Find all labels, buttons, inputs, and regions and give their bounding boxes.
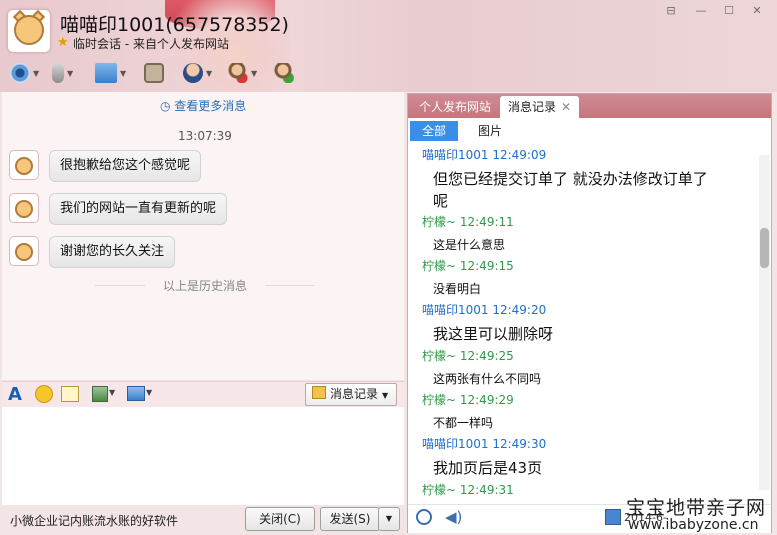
more-messages-label: 查看更多消息 — [174, 99, 247, 113]
filter-all[interactable]: 全部 — [410, 121, 458, 141]
file-transfer-button[interactable]: ▼ — [95, 62, 126, 84]
message-bubble: 很抱歉给您这个感觉呢 — [49, 150, 202, 182]
message-record-button[interactable]: 消息记录 ▼ — [305, 383, 397, 406]
record-icon — [312, 386, 326, 399]
message-record-label: 消息记录 — [330, 387, 379, 401]
history-scrollbar[interactable] — [759, 155, 770, 490]
contact-title: 喵喵印1001(657578352) — [60, 14, 289, 36]
clock-icon: ◷ — [160, 99, 175, 113]
send-options-button[interactable]: ▼ — [378, 507, 400, 531]
history-message: 这两张有什么不同吗 — [433, 372, 542, 386]
minimize-button[interactable]: — — [690, 4, 712, 18]
history-sender: 喵喵印1001 12:49:20 — [422, 303, 547, 317]
message-bubble: 我们的网站一直有更新的呢 — [49, 193, 228, 225]
remove-user-button[interactable]: ▼ — [228, 62, 257, 84]
history-divider: 以上是历史消息 — [95, 277, 315, 294]
add-user-icon — [274, 63, 294, 83]
close-icon[interactable]: ✕ — [561, 100, 571, 114]
history-message: 但您已经提交订单了 就没办法修改订单了 — [433, 170, 708, 188]
history-sender: 柠檬~ 12:49:29 — [422, 393, 514, 407]
message-avatar[interactable] — [9, 150, 39, 180]
history-message: 这是什么意思 — [433, 238, 506, 252]
emoji-icon[interactable] — [35, 385, 53, 403]
user-info-button[interactable]: ▼ — [183, 62, 212, 84]
history-sender: 柠檬~ 12:49:31 — [422, 483, 514, 497]
tab-personal-site[interactable]: 个人发布网站 — [411, 96, 499, 118]
close-button[interactable]: 关闭(C) — [245, 507, 315, 531]
session-subtitle: 临时会话 - 来自个人发布网站 — [73, 37, 229, 51]
watermark-url: www.ibabyzone.cn — [628, 517, 759, 533]
screen-share-icon — [144, 63, 164, 83]
chat-timestamp: 13:07:39 — [178, 129, 232, 143]
history-list: 喵喵印1001 12:49:09 但您已经提交订单了 就没办法修改订单了 呢 柠… — [408, 142, 758, 504]
user-avatar-icon — [183, 63, 203, 83]
history-sender: 柠檬~ 12:49:25 — [422, 349, 514, 363]
image-icon[interactable] — [92, 386, 108, 402]
message-avatar[interactable] — [9, 236, 39, 266]
scrollbar-thumb[interactable] — [760, 228, 769, 268]
close-window-button[interactable]: ✕ — [746, 4, 768, 18]
history-sender: 喵喵印1001 12:49:30 — [422, 437, 547, 451]
watermark-title: 宝宝地带亲子网 — [626, 497, 767, 519]
maximize-button[interactable]: ☐ — [718, 4, 740, 18]
speaker-icon[interactable]: ◀) — [445, 508, 462, 526]
search-icon[interactable] — [416, 509, 432, 525]
chevron-down-icon[interactable]: ▼ — [146, 388, 152, 397]
history-message: 没看明白 — [433, 282, 482, 296]
message-avatar[interactable] — [9, 193, 39, 223]
filter-bar — [408, 118, 771, 142]
chevron-down-icon[interactable]: ▼ — [109, 388, 115, 397]
history-message: 我这里可以删除呀 — [433, 325, 554, 343]
history-sender: 柠檬~ 12:49:11 — [422, 215, 514, 229]
microphone-icon — [52, 63, 64, 83]
calendar-icon[interactable] — [605, 509, 621, 525]
message-input[interactable] — [2, 407, 404, 505]
history-message: 不都一样吗 — [433, 416, 494, 430]
microphone-button[interactable]: ▼ — [52, 62, 73, 84]
filter-images[interactable]: 图片 — [478, 121, 502, 141]
history-message: 呢 — [433, 192, 449, 210]
ad-text[interactable]: 小微企业记内账流水账的好软件 — [10, 512, 178, 529]
screen-share-button[interactable] — [144, 62, 164, 84]
chevron-down-icon: ▼ — [382, 391, 389, 400]
screenshot-icon[interactable] — [127, 386, 145, 401]
skin-button[interactable]: ⊟ — [660, 4, 682, 18]
more-messages-link[interactable]: ◷ 查看更多消息 — [160, 97, 246, 114]
camera-icon — [10, 63, 30, 83]
tab-message-record[interactable]: 消息记录 ✕ — [500, 96, 580, 118]
notepad-icon[interactable] — [61, 386, 79, 402]
contact-avatar[interactable] — [7, 9, 51, 53]
camera-button[interactable]: ▼ — [10, 62, 39, 84]
remove-user-icon — [228, 63, 248, 83]
add-user-button[interactable] — [274, 62, 294, 84]
history-message: 我加页后是43页 — [433, 459, 543, 477]
history-sender: 喵喵印1001 12:49:09 — [422, 148, 547, 162]
send-button[interactable]: 发送(S) — [320, 507, 380, 531]
tab-label: 消息记录 — [508, 100, 557, 114]
history-sender: 柠檬~ 12:49:15 — [422, 259, 514, 273]
font-icon[interactable]: A — [8, 384, 22, 405]
star-icon: ★ — [57, 35, 69, 50]
message-bubble: 谢谢您的长久关注 — [49, 236, 176, 268]
file-transfer-icon — [95, 63, 117, 83]
